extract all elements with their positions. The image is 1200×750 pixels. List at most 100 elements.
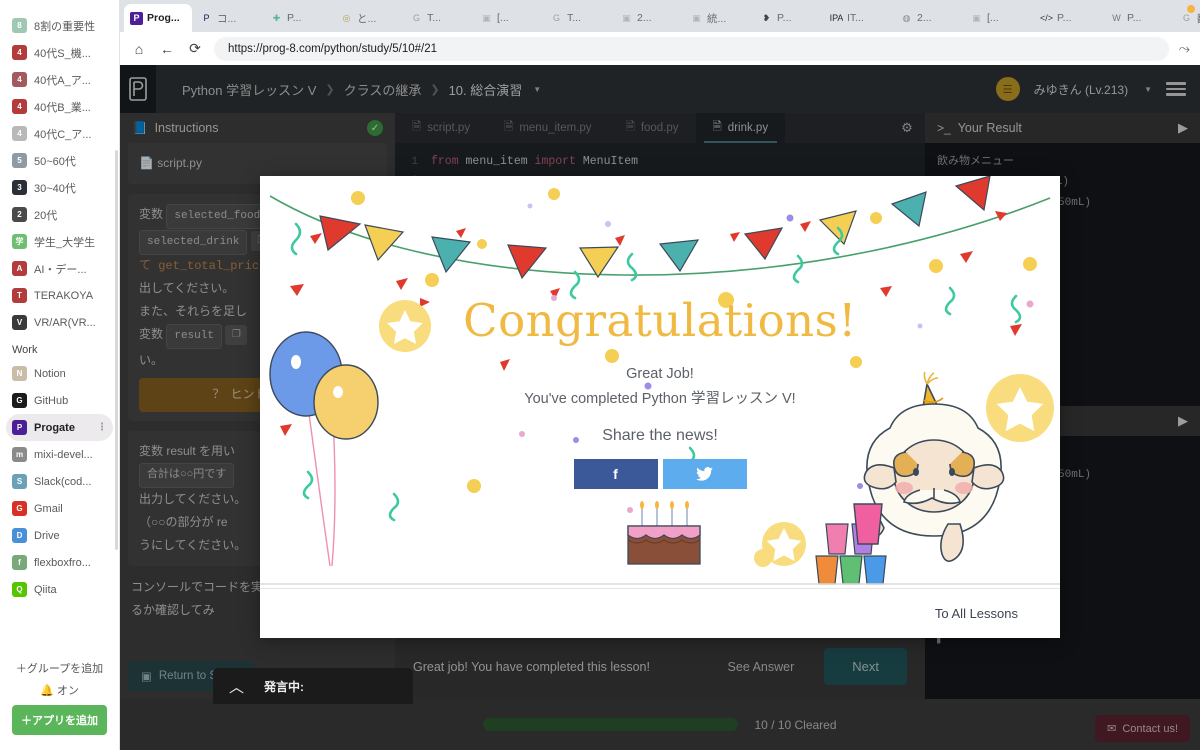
tab-favicon: ✚: [272, 12, 281, 23]
gmail-icon: G: [12, 501, 27, 516]
tab-title: T...: [567, 12, 582, 24]
facebook-icon: f: [613, 466, 618, 482]
browser-tab-11[interactable]: ◍ 2...: [894, 4, 962, 32]
toast-label: 発言中:: [264, 679, 305, 694]
modal-title: Congratulations!: [463, 294, 857, 347]
facebook-share-button[interactable]: f: [573, 459, 658, 489]
tab-favicon: ▣: [482, 12, 491, 23]
chevron-up-icon[interactable]: ︿: [229, 676, 244, 697]
sidebar-item-menu-icon[interactable]: ⋮: [97, 422, 107, 433]
screen: 8 8割の重要性 4 40代S_機... 4 40代A_ア... 4 40代B_業... 4 40…: [0, 0, 1200, 750]
browser-tab-10[interactable]: IPA IT...: [824, 4, 892, 32]
sidebar-item-slackcod[interactable]: S Slack(cod...: [6, 468, 113, 495]
sidebar-item-flexboxfro[interactable]: f flexboxfro...: [6, 549, 113, 576]
browser-tab-1[interactable]: P コ...: [194, 4, 262, 32]
tab-overflow-dot: [1187, 5, 1195, 13]
omnibox-bar: ⌂ ← → ⟳ https://prog-8.com/python/study/…: [120, 32, 1200, 750]
browser-tab-14[interactable]: W P...: [1104, 4, 1172, 32]
sidebar-scrollbar[interactable]: [115, 150, 118, 550]
sidebar-item-label: 50~60代: [34, 155, 76, 168]
add-app-button[interactable]: ＋アプリを追加: [12, 705, 107, 735]
note-icon: 8: [12, 18, 27, 33]
browser-tab-13[interactable]: </> P...: [1034, 4, 1102, 32]
sidebar-item-vrarvr[interactable]: V VR/AR(VR...: [6, 309, 113, 336]
sidebar-item-gmail[interactable]: G Gmail: [6, 495, 113, 522]
github-icon: G: [12, 393, 27, 408]
fish-icon: 2: [12, 207, 27, 222]
notification-toggle[interactable]: 🔔 オン: [8, 680, 111, 705]
add-group-button[interactable]: ＋グループを追加: [8, 654, 111, 680]
tab-title: 2...: [917, 12, 932, 24]
sidebar-item-label: Slack(cod...: [34, 475, 92, 488]
sidebar-item-8[interactable]: 8 8割の重要性: [6, 12, 113, 39]
sidebar-item-progate[interactable]: P Progate ⋮: [6, 414, 113, 441]
browser-tab-12[interactable]: ▣ [...: [964, 4, 1032, 32]
tab-title: T...: [427, 12, 442, 24]
sidebar-item-notion[interactable]: N Notion: [6, 360, 113, 387]
to-all-lessons-link[interactable]: To All Lessons: [935, 606, 1018, 621]
sidebar-item-label: 8割の重要性: [34, 20, 96, 33]
qiita-icon: Q: [12, 582, 27, 597]
browser-tab-9[interactable]: ❥ P...: [754, 4, 822, 32]
share-icon[interactable]: ⤳: [1179, 40, 1190, 57]
home-icon[interactable]: ⌂: [130, 40, 148, 58]
browser-tab-5[interactable]: ▣ [...: [474, 4, 542, 32]
sidebar-item-ai[interactable]: A AI・デー...: [6, 255, 113, 282]
tab-favicon: ❥: [762, 12, 771, 23]
shopify-icon: 4: [12, 99, 27, 114]
sidebar-item-qiita[interactable]: Q Qiita: [6, 576, 113, 603]
tab-title: [...: [987, 12, 999, 24]
share-buttons: f: [260, 459, 1060, 489]
cake-illustration: [627, 501, 701, 565]
modal-subtitle-line2: You've completed Python 学習レッスン V!: [524, 391, 796, 408]
sidebar-item-label: flexboxfro...: [34, 556, 91, 569]
sidebar-item-40a[interactable]: 4 40代A_ア...: [6, 66, 113, 93]
bell-icon: 🔔: [40, 685, 54, 697]
tab-favicon: ▣: [692, 12, 701, 23]
shopify-icon: 4: [12, 45, 27, 60]
browser-tab-2[interactable]: ✚ P...: [264, 4, 332, 32]
sidebar-scroll-area[interactable]: 8 8割の重要性 4 40代S_機... 4 40代A_ア... 4 40代B_業... 4 40…: [0, 10, 119, 654]
tab-favicon: ▣: [622, 12, 631, 23]
tab-favicon: </>: [1040, 13, 1053, 23]
browser-tab-0[interactable]: P Prog...: [124, 4, 192, 32]
tab-title: P...: [1057, 12, 1072, 24]
reload-icon[interactable]: ⟳: [186, 40, 204, 58]
sidebar-item-40s[interactable]: 4 40代S_機...: [6, 39, 113, 66]
modal-subtitle-line1: Great Job!: [626, 366, 694, 382]
address-bar[interactable]: https://prog-8.com/python/study/5/10#/21: [214, 36, 1169, 61]
browser-tab-6[interactable]: G T...: [544, 4, 612, 32]
tab-favicon: P: [130, 11, 143, 25]
sidebar-item-40c[interactable]: 4 40代C_ア...: [6, 120, 113, 147]
sidebar-item-drive[interactable]: D Drive: [6, 522, 113, 549]
sidebar-item-label: 40代C_ア...: [34, 128, 92, 141]
sidebar-item-label: mixi-devel...: [34, 448, 93, 461]
tab-favicon: G: [552, 13, 560, 23]
sidebar-item-mixidevel[interactable]: m mixi-devel...: [6, 441, 113, 468]
sidebar-item-terakoya[interactable]: T TERAKOYA: [6, 282, 113, 309]
twitter-share-button[interactable]: [662, 459, 747, 489]
browser-tab-8[interactable]: ▣ 統...: [684, 4, 752, 32]
frog-icon: f: [12, 555, 27, 570]
sidebar-item-5060[interactable]: 5 50~60代: [6, 147, 113, 174]
speaking-toast[interactable]: ︿ 発言中:: [213, 668, 413, 704]
browser-tab-7[interactable]: ▣ 2...: [614, 4, 682, 32]
sidebar-item-[interactable]: 学学生_大学生: [6, 228, 113, 255]
sidebar-item-label: Gmail: [34, 502, 63, 515]
browser-tab-3[interactable]: ◎ と...: [334, 4, 402, 32]
sidebar-item-label: 30~40代: [34, 182, 76, 195]
sidebar-item-40b[interactable]: 4 40代B_業...: [6, 93, 113, 120]
sidebar-item-github[interactable]: G GitHub: [6, 387, 113, 414]
browser-tab-4[interactable]: G T...: [404, 4, 472, 32]
tab-title: コ...: [217, 12, 237, 25]
tab-favicon: ◍: [902, 12, 911, 23]
back-arrow-icon[interactable]: ←: [158, 40, 176, 58]
sidebar-item-20[interactable]: 2 20代: [6, 201, 113, 228]
modal-illustration: Congratulations! Great Job! You've compl…: [260, 176, 1060, 588]
tab-title: P...: [1127, 12, 1142, 24]
sidebar-item-3040[interactable]: 3 30~40代: [6, 174, 113, 201]
sidebar-item-label: Notion: [34, 367, 66, 380]
slack-icon: S: [12, 474, 27, 489]
sidebar-item-label: 学生_大学生: [34, 236, 96, 249]
tab-strip: P Prog... P コ... ✚ P... ◎ と... G T... ▣ [... G T... ▣ 2…: [120, 0, 1200, 32]
